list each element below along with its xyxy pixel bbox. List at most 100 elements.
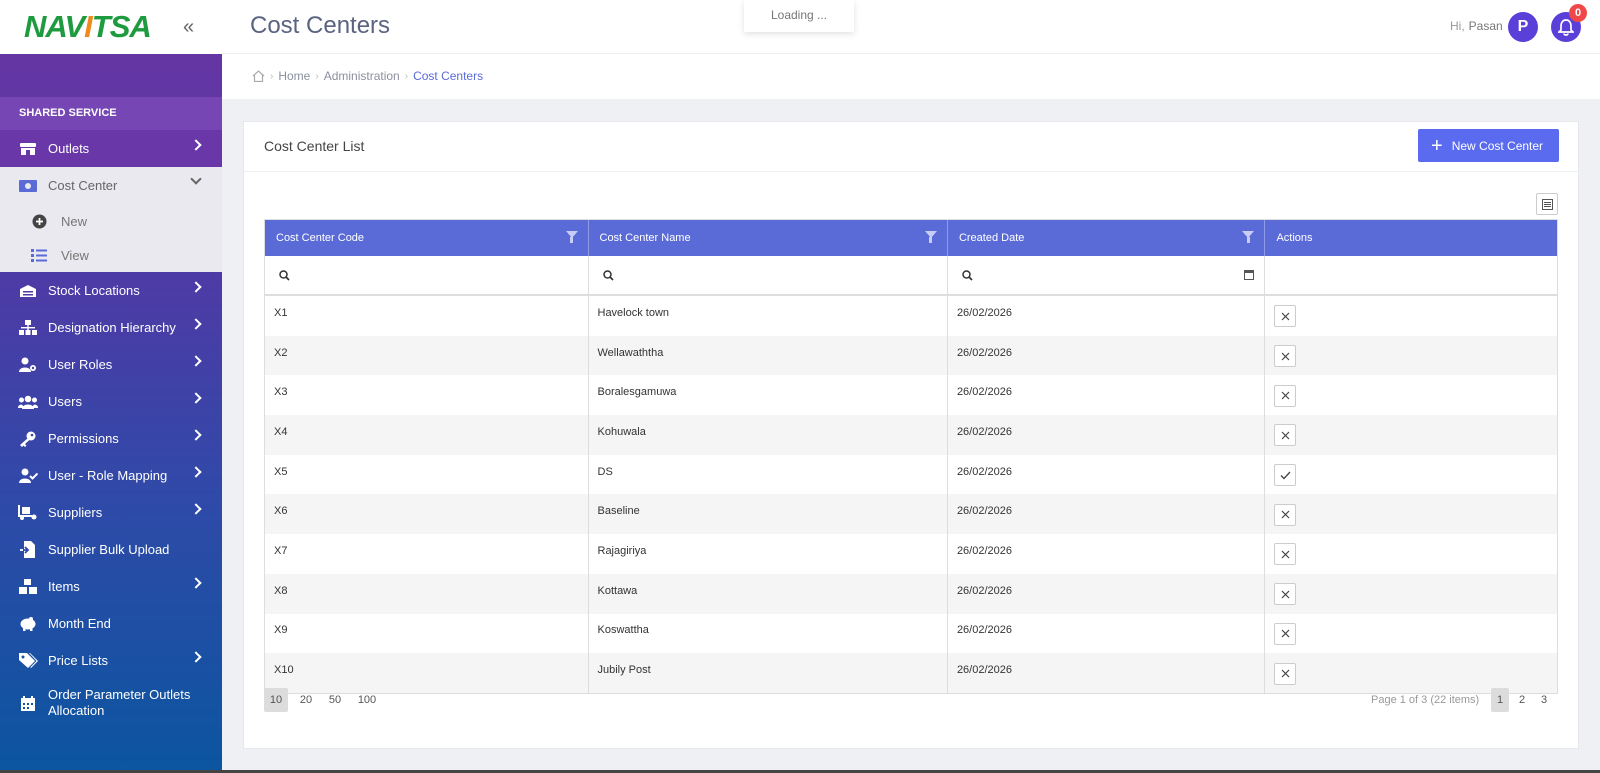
page-size-10[interactable]: 10 xyxy=(264,688,288,712)
sidebar-item-month-end[interactable]: Month End xyxy=(0,605,222,642)
sidebar-item-user-role-mapping[interactable]: User - Role Mapping xyxy=(0,457,222,494)
user-greeting: Hi, Pasan xyxy=(1450,19,1503,33)
chevron-right-icon xyxy=(190,139,202,151)
created-date-cell: 26/02/2026 xyxy=(948,375,1266,416)
column-header-code[interactable]: Cost Center Code xyxy=(265,220,589,256)
sidebar-item-user-roles[interactable]: User Roles xyxy=(0,346,222,383)
close-icon xyxy=(1281,391,1290,400)
date-filter-input[interactable] xyxy=(948,256,1266,294)
page-size-20[interactable]: 20 xyxy=(296,688,316,712)
deactivate-button[interactable] xyxy=(1274,503,1297,526)
breadcrumb-administration[interactable]: Administration xyxy=(324,69,400,83)
page-2[interactable]: 2 xyxy=(1513,688,1531,712)
page-size-100[interactable]: 100 xyxy=(354,688,380,712)
sidebar-subitem-view[interactable]: View xyxy=(0,238,222,272)
column-header-label: Cost Center Code xyxy=(276,232,365,244)
page-size-50[interactable]: 50 xyxy=(325,688,345,712)
deactivate-button[interactable] xyxy=(1274,543,1297,566)
deactivate-button[interactable] xyxy=(1274,662,1297,685)
deactivate-button[interactable] xyxy=(1274,424,1297,447)
table-row[interactable]: X2 Wellawaththa 26/02/2026 xyxy=(265,335,1557,376)
deactivate-button[interactable] xyxy=(1274,583,1297,606)
navitsa-logo[interactable]: NAVITSA xyxy=(24,9,152,45)
deactivate-button[interactable] xyxy=(1274,622,1297,645)
calendar-picker-icon[interactable] xyxy=(1244,270,1255,280)
file-import-icon xyxy=(18,541,38,558)
cost-center-code-cell: X2 xyxy=(265,335,589,376)
logo-bar: NAVITSA « xyxy=(0,0,222,54)
actions-cell xyxy=(1265,653,1557,693)
key-icon xyxy=(18,431,38,447)
plus-icon: + xyxy=(1431,134,1443,157)
sidebar-item-stock-locations[interactable]: Stock Locations xyxy=(0,272,222,309)
activate-button[interactable] xyxy=(1274,464,1297,487)
filter-icon[interactable] xyxy=(1242,231,1255,243)
cost-center-name-cell: Koswattha xyxy=(589,613,948,654)
sidebar-item-label: Designation Hierarchy xyxy=(48,320,176,335)
home-icon[interactable] xyxy=(252,70,265,82)
column-header-date[interactable]: Created Date xyxy=(948,220,1266,256)
sidebar-item-label: Price Lists xyxy=(48,653,108,668)
sidebar-item-label: Supplier Bulk Upload xyxy=(48,542,170,557)
table-row[interactable]: X7 Rajagiriya 26/02/2026 xyxy=(265,534,1557,574)
table-row[interactable]: X10 Jubily Post 26/02/2026 xyxy=(265,653,1557,693)
deactivate-button[interactable] xyxy=(1274,305,1297,328)
sidebar-item-items[interactable]: Items xyxy=(0,568,222,605)
breadcrumb-current: Cost Centers xyxy=(413,69,484,83)
sidebar-item-order-parameter[interactable]: Order Parameter Outlets Allocation xyxy=(0,679,222,727)
export-button[interactable] xyxy=(1536,193,1558,215)
avatar[interactable]: P xyxy=(1508,12,1538,42)
calendar-icon xyxy=(18,695,38,711)
column-header-name[interactable]: Cost Center Name xyxy=(589,220,948,256)
sidebar-item-price-lists[interactable]: Price Lists xyxy=(0,642,222,679)
card-title: Cost Center List xyxy=(264,138,365,154)
page-1[interactable]: 1 xyxy=(1491,688,1509,712)
sidebar-item-designation-hierarchy[interactable]: Designation Hierarchy xyxy=(0,309,222,346)
name-filter-input[interactable] xyxy=(589,256,948,294)
table-row[interactable]: X1 Havelock town 26/02/2026 xyxy=(265,296,1557,336)
created-date-cell: 26/02/2026 xyxy=(948,613,1266,654)
sidebar: NAVITSA « SHARED SERVICE Outlets Cost Ce… xyxy=(0,0,222,773)
sidebar-item-users[interactable]: Users xyxy=(0,383,222,420)
created-date-cell: 26/02/2026 xyxy=(948,296,1266,336)
cost-center-code-cell: X7 xyxy=(265,534,589,574)
greeting-text: Hi, xyxy=(1450,19,1465,33)
page-info: Page 1 of 3 (22 items) xyxy=(1371,694,1480,706)
table-row[interactable]: X4 Kohuwala 26/02/2026 xyxy=(265,415,1557,455)
loading-indicator: Loading ... xyxy=(744,0,854,32)
export-excel-icon xyxy=(1541,198,1553,210)
sidebar-item-supplier-bulk-upload[interactable]: Supplier Bulk Upload xyxy=(0,531,222,568)
actions-cell xyxy=(1265,415,1557,455)
code-filter-input[interactable] xyxy=(265,256,589,294)
cost-center-code-cell: X5 xyxy=(265,454,589,495)
deactivate-button[interactable] xyxy=(1274,345,1297,368)
filter-icon[interactable] xyxy=(565,231,578,243)
close-icon xyxy=(1281,590,1290,599)
table-row[interactable]: X5 DS 26/02/2026 xyxy=(265,454,1557,495)
breadcrumb-separator: › xyxy=(315,70,319,82)
created-date-cell: 26/02/2026 xyxy=(948,494,1266,535)
created-date-cell: 26/02/2026 xyxy=(948,454,1266,495)
deactivate-button[interactable] xyxy=(1274,384,1297,407)
sidebar-item-permissions[interactable]: Permissions xyxy=(0,420,222,457)
table-row[interactable]: X6 Baseline 26/02/2026 xyxy=(265,494,1557,535)
sidebar-item-suppliers[interactable]: Suppliers xyxy=(0,494,222,531)
sidebar-subitem-new[interactable]: New xyxy=(0,204,222,238)
actions-cell xyxy=(1265,494,1557,534)
table-row[interactable]: X8 Kottawa 26/02/2026 xyxy=(265,573,1557,614)
breadcrumb-home[interactable]: Home xyxy=(278,69,310,83)
new-cost-center-button[interactable]: + New Cost Center xyxy=(1418,129,1559,162)
sidebar-item-outlets[interactable]: Outlets xyxy=(0,130,222,167)
table-row[interactable]: X9 Koswattha 26/02/2026 xyxy=(265,613,1557,654)
truck-icon xyxy=(18,505,38,521)
created-date-cell: 26/02/2026 xyxy=(948,415,1266,455)
sidebar-subitem-label: New xyxy=(61,213,88,229)
chevron-right-icon xyxy=(190,429,202,441)
sidebar-item-cost-center[interactable]: Cost Center xyxy=(0,167,222,204)
table-row[interactable]: X3 Boralesgamuwa 26/02/2026 xyxy=(265,375,1557,416)
created-date-cell: 26/02/2026 xyxy=(948,335,1266,376)
cost-center-code-cell: X10 xyxy=(265,653,589,693)
collapse-sidebar-icon[interactable]: « xyxy=(183,17,194,37)
filter-icon[interactable] xyxy=(924,231,937,243)
page-3[interactable]: 3 xyxy=(1535,688,1553,712)
